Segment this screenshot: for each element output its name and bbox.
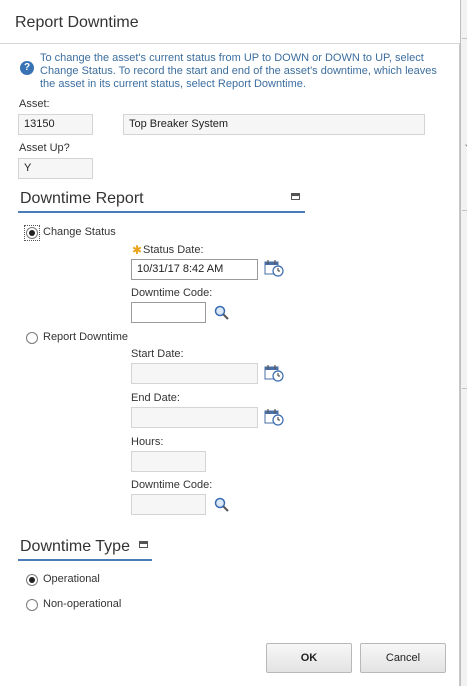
info-icon: ? <box>20 61 34 75</box>
start-date-input <box>131 363 258 384</box>
operational-label[interactable]: Operational <box>43 573 100 585</box>
operational-radio[interactable] <box>26 574 38 586</box>
downtime-type-heading: Downtime Type <box>20 538 130 555</box>
info-message: To change the asset's current status fro… <box>40 52 437 90</box>
chevron-down-icon: ⌄ <box>463 137 467 150</box>
non-operational-radio[interactable] <box>26 599 38 611</box>
downtime-code-label: Downtime Code: <box>131 287 213 299</box>
required-icon: ✱ <box>132 243 143 257</box>
section-underline <box>18 559 152 561</box>
cancel-button[interactable]: Cancel <box>360 643 446 673</box>
asset-up-field: Y <box>18 158 93 179</box>
magnifier-icon[interactable] <box>214 305 230 321</box>
dialog-titlebar: Report Downtime <box>0 0 460 44</box>
report-downtime-label[interactable]: Report Downtime <box>43 331 128 343</box>
dialog-title: Report Downtime <box>15 14 139 31</box>
collapse-section-icon[interactable] <box>291 193 300 200</box>
calendar-clock-icon[interactable] <box>264 259 284 277</box>
calendar-clock-icon[interactable] <box>264 408 284 426</box>
asset-number-field: 13150 <box>18 114 93 135</box>
end-date-input <box>131 407 258 428</box>
asset-label: Asset: <box>19 98 50 110</box>
background-divider <box>462 388 467 389</box>
downtime-code-label: Downtime Code: <box>131 479 213 491</box>
ok-button[interactable]: OK <box>266 643 352 673</box>
collapse-section-icon[interactable] <box>139 541 148 548</box>
background-window-edge: ⌄ <box>460 0 467 686</box>
downtime-code-input[interactable] <box>131 302 206 323</box>
calendar-clock-icon[interactable] <box>264 364 284 382</box>
background-divider <box>462 210 467 211</box>
downtime-code-input-disabled <box>131 494 206 515</box>
background-divider <box>462 38 467 39</box>
section-underline <box>18 211 305 213</box>
magnifier-icon[interactable] <box>214 497 230 513</box>
report-downtime-dialog: Report Downtime ? To change the asset's … <box>0 0 460 686</box>
change-status-radio[interactable] <box>26 227 38 239</box>
non-operational-label[interactable]: Non-operational <box>43 598 121 610</box>
change-status-label[interactable]: Change Status <box>43 226 116 238</box>
status-date-label: Status Date: <box>143 244 204 256</box>
hours-label: Hours: <box>131 436 164 448</box>
asset-up-label: Asset Up? <box>19 142 70 154</box>
end-date-label: End Date: <box>131 392 180 404</box>
start-date-label: Start Date: <box>131 348 184 360</box>
status-date-input[interactable]: 10/31/17 8:42 AM <box>131 259 258 280</box>
downtime-report-heading: Downtime Report <box>20 190 144 207</box>
asset-description-field: Top Breaker System <box>123 114 425 135</box>
report-downtime-radio[interactable] <box>26 332 38 344</box>
hours-input <box>131 451 206 472</box>
